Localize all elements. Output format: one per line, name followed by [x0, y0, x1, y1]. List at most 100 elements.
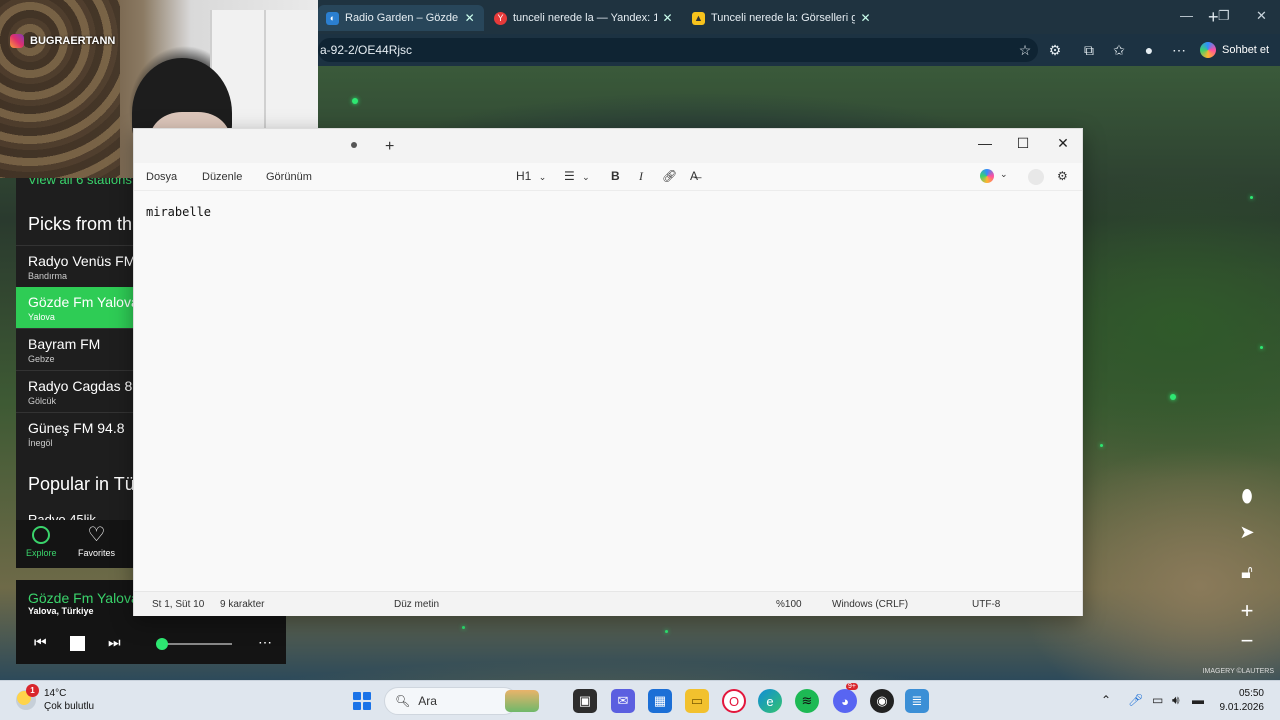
- copilot-chat-button[interactable]: Sohbet et: [1200, 42, 1269, 58]
- close-tab-icon[interactable]: ✕: [663, 11, 674, 25]
- opera-icon[interactable]: O: [722, 689, 746, 713]
- settings-gear-icon[interactable]: ⚙: [1057, 169, 1068, 183]
- account-icon[interactable]: [1028, 169, 1044, 185]
- obs-icon[interactable]: ◉: [870, 689, 894, 713]
- italic-button[interactable]: I: [639, 169, 643, 184]
- tab-title: Tunceli nerede la: Görselleri görün: [711, 12, 855, 24]
- tab-yandex[interactable]: Y tunceli nerede la — Yandex: 182 bi ✕: [486, 5, 682, 31]
- menu-view[interactable]: Görünüm: [266, 171, 312, 183]
- station-dot[interactable]: [1170, 394, 1176, 400]
- stop-icon[interactable]: [70, 636, 85, 651]
- zoom-level[interactable]: %100: [776, 599, 802, 610]
- network-icon[interactable]: ▭: [1152, 693, 1163, 707]
- minimize-window-icon[interactable]: —: [1180, 8, 1193, 23]
- more-options-icon[interactable]: ⋯: [258, 634, 272, 651]
- station-item[interactable]: Radyo Venüs FM Bandırma: [16, 245, 133, 286]
- station-dot[interactable]: [1260, 346, 1263, 349]
- start-button[interactable]: [353, 692, 371, 710]
- menu-edit[interactable]: Düzenle: [202, 171, 242, 183]
- close-window-icon[interactable]: ✕: [1256, 8, 1267, 24]
- clear-formatting-icon[interactable]: A̶: [690, 169, 698, 183]
- discord-icon[interactable]: ◕ 9+: [833, 683, 858, 713]
- favorites-tab[interactable]: ♡ Favorites: [78, 525, 115, 558]
- station-name: Radyo Cagdas 89: [28, 378, 133, 394]
- profile-avatar-icon[interactable]: ●: [1140, 42, 1158, 58]
- globe-toggle-icon[interactable]: ⬮: [1234, 486, 1260, 507]
- encoding[interactable]: UTF-8: [972, 599, 1000, 610]
- teams-icon[interactable]: ✉: [611, 689, 635, 713]
- split-screen-icon[interactable]: ⧉: [1080, 42, 1098, 59]
- volume-slider-handle[interactable]: [155, 638, 168, 650]
- station-dot[interactable]: [462, 626, 465, 629]
- lock-icon[interactable]: 🔓︎: [1234, 562, 1260, 583]
- address-bar[interactable]: a-92-2/OE44Rjsc: [318, 38, 1038, 62]
- previous-station-icon[interactable]: ⏮: [34, 634, 47, 651]
- chevron-down-icon[interactable]: ⌄: [1000, 169, 1008, 180]
- search-highlight-icon: [505, 690, 539, 712]
- list-format-button[interactable]: ☰ ⌄: [564, 169, 590, 183]
- zoom-out-icon[interactable]: −: [1234, 628, 1260, 654]
- now-playing-station[interactable]: Gözde Fm Yalova: [28, 590, 139, 606]
- battery-icon[interactable]: ▬: [1192, 693, 1204, 707]
- weather-desc: Çok bulutlu: [44, 701, 95, 712]
- radio-garden-favicon-icon: ◐: [326, 11, 339, 25]
- close-tab-icon[interactable]: ✕: [861, 11, 872, 25]
- microphone-icon[interactable]: 🎤︎: [1128, 693, 1143, 707]
- extensions-icon[interactable]: ⚙: [1046, 42, 1064, 59]
- favorite-star-icon[interactable]: ☆: [1016, 42, 1034, 59]
- volume-slider-track[interactable]: [158, 643, 232, 645]
- tab-yandex-images[interactable]: ▲ Tunceli nerede la: Görselleri görün ✕: [684, 5, 880, 31]
- store-icon[interactable]: ▦: [648, 689, 672, 713]
- copilot-icon[interactable]: [980, 169, 994, 183]
- tab-title: tunceli nerede la — Yandex: 182 bi: [513, 12, 657, 24]
- station-dot[interactable]: [352, 98, 358, 104]
- next-station-icon[interactable]: ⏭: [108, 634, 121, 651]
- taskbar-search[interactable]: 🔍︎ Ara: [384, 687, 539, 715]
- notepad-text-area[interactable]: mirabelle: [146, 205, 211, 219]
- chevron-up-icon[interactable]: ⌃: [1101, 693, 1111, 707]
- station-name: Radyo Venüs FM: [28, 253, 133, 269]
- tab-radio-garden[interactable]: ◐ Radio Garden – Gözde Fm Yal ✕: [318, 5, 484, 31]
- station-dot[interactable]: [1250, 196, 1253, 199]
- popular-station-item[interactable]: Radyo 45lik: [28, 512, 96, 520]
- more-menu-icon[interactable]: ⋯: [1170, 42, 1188, 59]
- instagram-handle-text: BUGRAERTANN: [30, 35, 116, 47]
- bold-button[interactable]: B: [611, 169, 620, 183]
- locate-icon[interactable]: ➤: [1234, 522, 1260, 543]
- text-format[interactable]: Düz metin: [394, 599, 439, 610]
- menu-file[interactable]: Dosya: [146, 171, 177, 183]
- edge-icon[interactable]: e: [758, 689, 782, 713]
- explore-tab[interactable]: Explore: [26, 526, 57, 558]
- map-credit: IMAGERY ©LAUTERS: [1202, 668, 1274, 675]
- favorites-icon[interactable]: ✩: [1110, 42, 1128, 59]
- file-explorer-icon[interactable]: ▭: [685, 689, 709, 713]
- weather-widget[interactable]: 1 14°C Çok bulutlu: [16, 684, 95, 713]
- task-view-icon[interactable]: ▣: [573, 689, 597, 713]
- station-item[interactable]: Bayram FM Gebze: [16, 328, 133, 369]
- station-dot[interactable]: [665, 630, 668, 633]
- new-tab-button[interactable]: +: [1208, 7, 1219, 28]
- zoom-in-icon[interactable]: +: [1234, 598, 1260, 624]
- notepad-taskbar-icon[interactable]: ≣: [905, 689, 929, 713]
- station-item-active[interactable]: Gözde Fm Yalova Yalova: [16, 287, 133, 328]
- volume-icon[interactable]: 🔊︎: [1172, 693, 1180, 708]
- station-dot[interactable]: [1100, 444, 1103, 447]
- close-tab-icon[interactable]: ✕: [465, 11, 476, 25]
- line-ending[interactable]: Windows (CRLF): [832, 599, 908, 610]
- link-icon[interactable]: 🔗︎: [662, 169, 677, 183]
- spotify-icon[interactable]: ≋: [795, 689, 819, 713]
- notepad-toolbar: Dosya Düzenle Görünüm H1 ⌄ ☰ ⌄ B I 🔗︎ A̶…: [134, 163, 1082, 191]
- heading-select[interactable]: H1 ⌄: [516, 169, 546, 183]
- new-notepad-tab-button[interactable]: +: [385, 138, 394, 156]
- clock[interactable]: 05:50 9.01.2026: [1218, 687, 1265, 715]
- station-item[interactable]: Radyo Cagdas 89 Gölcük: [16, 370, 133, 411]
- maximize-window-icon[interactable]: ❐: [1218, 8, 1230, 24]
- station-item[interactable]: Güneş FM 94.8 İnegöl: [16, 412, 133, 453]
- notepad-close-icon[interactable]: ✕: [1053, 135, 1073, 152]
- notepad-status-bar: St 1, Süt 10 9 karakter Düz metin %100 W…: [134, 591, 1082, 616]
- cursor-position: St 1, Süt 10: [152, 599, 205, 610]
- notepad-maximize-icon[interactable]: ☐: [1013, 135, 1033, 152]
- view-all-stations-link[interactable]: View all 6 stations: [28, 178, 132, 187]
- yandex-favicon-icon: Y: [494, 11, 507, 25]
- notepad-minimize-icon[interactable]: —: [975, 135, 995, 151]
